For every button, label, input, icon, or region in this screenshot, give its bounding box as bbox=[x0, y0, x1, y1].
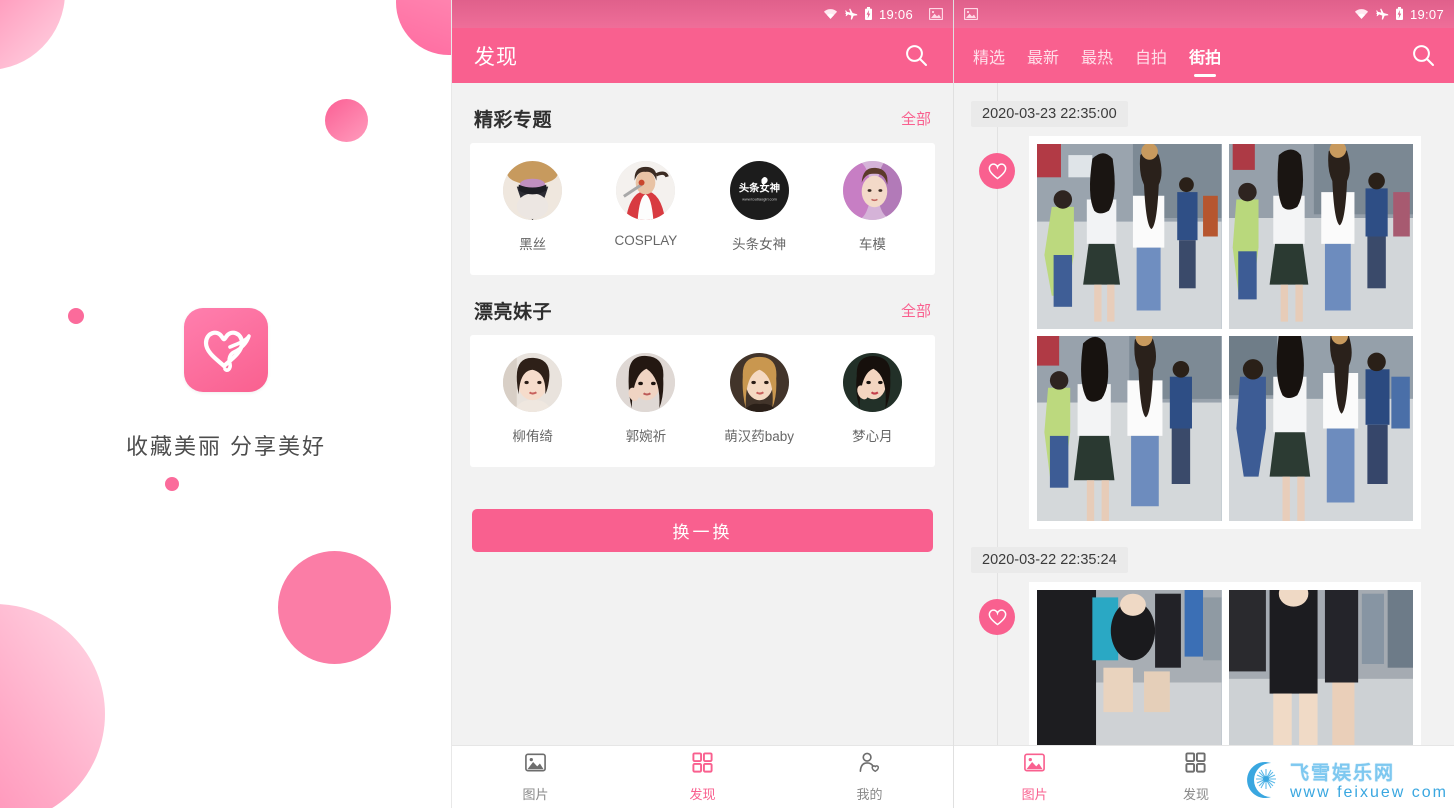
section-all-link[interactable]: 全部 bbox=[901, 300, 931, 321]
photo-thumbnail[interactable] bbox=[1037, 590, 1222, 745]
tab-zuire[interactable]: 最热 bbox=[1080, 28, 1114, 83]
discover-pane: 19:06 发现 精彩专题 全部 黑丝 COSPLAY 头条女神 www.tou… bbox=[452, 0, 954, 808]
heart-icon[interactable] bbox=[979, 599, 1015, 635]
battery-charging-icon bbox=[864, 7, 873, 21]
image-icon bbox=[1023, 751, 1046, 779]
svg-text:头条女神: 头条女神 bbox=[738, 181, 779, 194]
topic-label: COSPLAY bbox=[614, 233, 678, 248]
nav-item-images[interactable]: 图片 bbox=[452, 751, 619, 803]
topic-label: 车模 bbox=[858, 237, 886, 252]
svg-text:www.toutiaogirl.com: www.toutiaogirl.com bbox=[742, 196, 778, 201]
timeline-date: 2020-03-22 22:35:24 bbox=[971, 547, 1128, 573]
photo-thumbnail[interactable] bbox=[1228, 144, 1413, 329]
photo-grid: 图片来源 bbox=[1029, 582, 1421, 745]
wifi-icon bbox=[823, 8, 838, 20]
nav-label: 图片 bbox=[522, 787, 549, 802]
nav-label: 图片 bbox=[1021, 787, 1048, 802]
timeline-entry bbox=[971, 136, 1454, 529]
girl-label: 梦心月 bbox=[852, 429, 893, 444]
nav-item-images[interactable]: 图片 bbox=[954, 751, 1115, 803]
topic-label: 黑丝 bbox=[519, 237, 547, 252]
topic-item[interactable]: 车模 bbox=[816, 161, 929, 253]
nav-label: 发现 bbox=[689, 787, 716, 802]
photo-grid bbox=[1029, 136, 1421, 529]
refresh-button[interactable]: 换一换 bbox=[472, 509, 933, 552]
street-pane: 19:07 精选 最新 最热 自拍 街拍 2020-03-23 22:35:00 bbox=[954, 0, 1454, 808]
wifi-icon bbox=[1354, 8, 1369, 20]
girl-item[interactable]: 梦心月 bbox=[816, 353, 929, 445]
girl-avatar-menghanyao-baby bbox=[729, 353, 789, 412]
section-header-girls: 漂亮妹子 全部 bbox=[470, 275, 935, 335]
topic-avatar-heisi bbox=[503, 161, 563, 220]
bottom-nav-right: 图片 发现 bbox=[954, 745, 1454, 808]
timeline-entry: 图片来源 bbox=[971, 582, 1454, 745]
section-title: 漂亮妹子 bbox=[474, 302, 553, 323]
topic-label: 头条女神 bbox=[732, 237, 787, 252]
person-heart-icon bbox=[858, 751, 881, 779]
nav-label: 我的 bbox=[856, 787, 883, 802]
girl-item[interactable]: 萌汉药baby bbox=[703, 353, 816, 445]
search-icon[interactable] bbox=[901, 41, 931, 71]
girls-card: 柳侑绮 郭婉祈 萌汉药baby 梦心月 bbox=[470, 335, 935, 467]
topic-avatar-cosplay bbox=[616, 161, 676, 220]
topics-card: 黑丝 COSPLAY 头条女神 www.toutiaogirl.com 头条女神 bbox=[470, 143, 935, 275]
tab-jiepai[interactable]: 街拍 bbox=[1188, 28, 1222, 83]
girl-label: 郭婉祈 bbox=[625, 429, 667, 444]
street-timeline: 2020-03-23 22:35:00 2020-03-22 22:35:24 bbox=[954, 83, 1454, 745]
image-notification-icon bbox=[929, 8, 943, 20]
topic-item[interactable]: 黑丝 bbox=[476, 161, 589, 253]
battery-charging-icon bbox=[1395, 7, 1404, 21]
nav-item-discover[interactable]: 发现 bbox=[1115, 751, 1276, 803]
girl-avatar-liuyouqi bbox=[503, 353, 563, 412]
splash-content: 收藏美丽 分享美好 bbox=[0, 0, 451, 808]
section-header-topics: 精彩专题 全部 bbox=[470, 83, 935, 143]
nav-label: 发现 bbox=[1182, 787, 1209, 802]
girl-label: 柳侑绮 bbox=[512, 429, 553, 444]
splash-tagline: 收藏美丽 分享美好 bbox=[125, 433, 327, 459]
image-notification-icon bbox=[964, 8, 978, 20]
girl-avatar-guowanqi bbox=[616, 353, 676, 412]
nav-item-discover[interactable]: 发现 bbox=[619, 751, 786, 803]
tab-jingxuan[interactable]: 精选 bbox=[972, 28, 1006, 83]
girl-item[interactable]: 柳侑绮 bbox=[476, 353, 589, 445]
airplane-mode-icon bbox=[844, 8, 858, 21]
topic-avatar-chemo bbox=[842, 161, 902, 220]
girl-label: 萌汉药baby bbox=[724, 429, 795, 444]
heart-icon[interactable] bbox=[979, 153, 1015, 189]
photo-thumbnail[interactable]: 图片来源 bbox=[1228, 590, 1413, 745]
status-time-middle: 19:06 bbox=[878, 6, 913, 22]
status-bar-middle: 19:06 bbox=[452, 0, 953, 28]
topic-item[interactable]: COSPLAY bbox=[589, 161, 702, 253]
tab-zuixin[interactable]: 最新 bbox=[1026, 28, 1060, 83]
category-tabs: 精选 最新 最热 自拍 街拍 bbox=[972, 28, 1222, 83]
nav-item-mine[interactable]: 我的 bbox=[786, 751, 953, 803]
street-appbar: 精选 最新 最热 自拍 街拍 bbox=[954, 28, 1454, 83]
image-icon bbox=[524, 751, 547, 779]
photo-thumbnail[interactable] bbox=[1037, 144, 1222, 329]
status-bar-right: 19:07 bbox=[954, 0, 1454, 28]
heart-logo-icon bbox=[184, 307, 268, 392]
status-time-right: 19:07 bbox=[1409, 6, 1444, 22]
bottom-nav-middle: 图片 发现 我的 bbox=[452, 745, 953, 808]
search-icon[interactable] bbox=[1408, 41, 1438, 71]
timeline-date: 2020-03-23 22:35:00 bbox=[971, 101, 1128, 127]
topic-avatar-toutiao-nvshen: 头条女神 www.toutiaogirl.com bbox=[729, 161, 789, 220]
section-title: 精彩专题 bbox=[474, 110, 553, 131]
app-root: 收藏美丽 分享美好 19:06 发现 精彩专题 全部 黑丝 COSPLAY 头条… bbox=[0, 0, 1454, 808]
section-all-link[interactable]: 全部 bbox=[901, 108, 931, 129]
tab-zipai[interactable]: 自拍 bbox=[1134, 28, 1168, 83]
discover-body: 精彩专题 全部 黑丝 COSPLAY 头条女神 www.toutiaogirl.… bbox=[452, 83, 953, 745]
grid-icon bbox=[1184, 751, 1207, 779]
airplane-mode-icon bbox=[1375, 8, 1389, 21]
discover-appbar: 发现 bbox=[452, 28, 953, 83]
page-title: 发现 bbox=[474, 45, 518, 69]
girl-avatar-mengxinyue bbox=[842, 353, 902, 412]
grid-icon bbox=[691, 751, 714, 779]
girl-item[interactable]: 郭婉祈 bbox=[589, 353, 702, 445]
photo-thumbnail[interactable] bbox=[1037, 336, 1222, 521]
splash-screen: 收藏美丽 分享美好 bbox=[0, 0, 452, 808]
topic-item[interactable]: 头条女神 www.toutiaogirl.com 头条女神 bbox=[703, 161, 816, 253]
photo-thumbnail[interactable] bbox=[1228, 336, 1413, 521]
